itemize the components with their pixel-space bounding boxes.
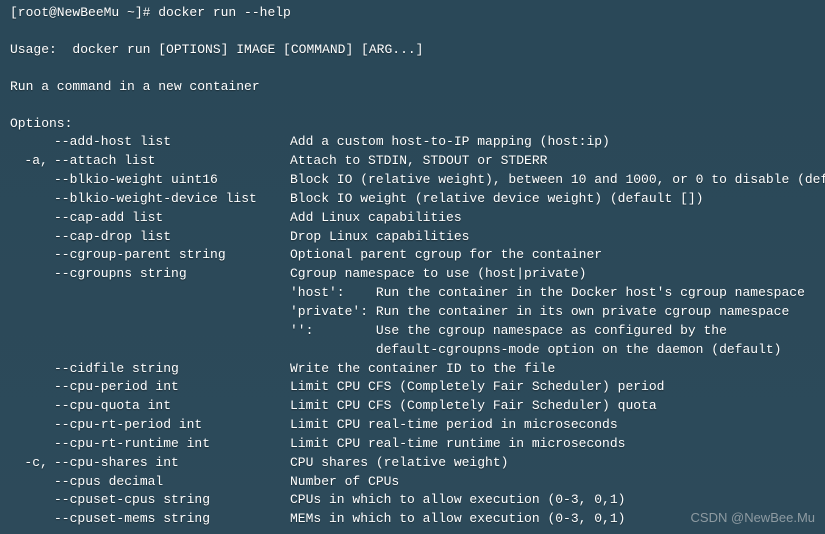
option-description: Limit CPU real-time period in microsecon…: [290, 416, 618, 435]
options-header: Options:: [10, 115, 815, 134]
option-description: '': Use the cgroup namespace as configur…: [290, 322, 727, 341]
option-long-flag: --cpu-shares int: [54, 454, 290, 473]
option-description: Attach to STDIN, STDOUT or STDERR: [290, 152, 547, 171]
option-row: -a, --attach listAttach to STDIN, STDOUT…: [10, 152, 815, 171]
option-description: Limit CPU CFS (Completely Fair Scheduler…: [290, 397, 657, 416]
option-description: Write the container ID to the file: [290, 360, 555, 379]
option-row: --cpuset-cpus stringCPUs in which to all…: [10, 491, 815, 510]
option-delimiter: ,: [40, 454, 54, 473]
option-description: Optional parent cgroup for the container: [290, 246, 602, 265]
option-row: -c, --cpu-shares intCPU shares (relative…: [10, 454, 815, 473]
option-long-flag: --cpus decimal: [54, 473, 290, 492]
spacer: [10, 23, 815, 41]
option-row: --add-host listAdd a custom host-to-IP m…: [10, 133, 815, 152]
option-row: --cpu-quota intLimit CPU CFS (Completely…: [10, 397, 815, 416]
option-description: Limit CPU CFS (Completely Fair Scheduler…: [290, 378, 664, 397]
option-row: --cgroup-parent stringOptional parent cg…: [10, 246, 815, 265]
option-row: --cpu-rt-period intLimit CPU real-time p…: [10, 416, 815, 435]
option-row: --cpus decimalNumber of CPUs: [10, 473, 815, 492]
usage-line: Usage: docker run [OPTIONS] IMAGE [COMMA…: [10, 41, 815, 60]
option-row: --cgroupns stringCgroup namespace to use…: [10, 265, 815, 284]
option-description: Cgroup namespace to use (host|private): [290, 265, 586, 284]
option-short-flag: -a: [10, 152, 40, 171]
options-list: --add-host listAdd a custom host-to-IP m…: [10, 133, 815, 529]
option-long-flag: --cap-add list: [54, 209, 290, 228]
option-long-flag: --cap-drop list: [54, 228, 290, 247]
spacer: [10, 97, 815, 115]
watermark: CSDN @NewBee.Mu: [691, 509, 815, 528]
option-long-flag: --cpu-rt-period int: [54, 416, 290, 435]
option-description: CPU shares (relative weight): [290, 454, 508, 473]
option-row: --cidfile stringWrite the container ID t…: [10, 360, 815, 379]
spacer: [10, 60, 815, 78]
option-delimiter: ,: [40, 152, 54, 171]
option-row: --blkio-weight-device listBlock IO weigh…: [10, 190, 815, 209]
option-row: --cap-add listAdd Linux capabilities: [10, 209, 815, 228]
description-line: Run a command in a new container: [10, 78, 815, 97]
option-description: CPUs in which to allow execution (0-3, 0…: [290, 491, 625, 510]
option-long-flag: --cidfile string: [54, 360, 290, 379]
option-long-flag: --cpu-rt-runtime int: [54, 435, 290, 454]
option-row: --cpu-rt-runtime intLimit CPU real-time …: [10, 435, 815, 454]
option-description: Number of CPUs: [290, 473, 399, 492]
option-description: 'private': Run the container in its own …: [290, 303, 789, 322]
option-row: 'private': Run the container in its own …: [10, 303, 815, 322]
option-row: --cap-drop listDrop Linux capabilities: [10, 228, 815, 247]
option-long-flag: --attach list: [54, 152, 290, 171]
option-description: Block IO weight (relative device weight)…: [290, 190, 703, 209]
option-description: Block IO (relative weight), between 10 a…: [290, 171, 825, 190]
option-row: default-cgroupns-mode option on the daem…: [10, 341, 815, 360]
option-row: 'host': Run the container in the Docker …: [10, 284, 815, 303]
option-description: 'host': Run the container in the Docker …: [290, 284, 805, 303]
option-description: Drop Linux capabilities: [290, 228, 469, 247]
prompt-line: [root@NewBeeMu ~]# docker run --help: [10, 4, 815, 23]
option-row: --blkio-weight uint16Block IO (relative …: [10, 171, 815, 190]
option-long-flag: --cgroup-parent string: [54, 246, 290, 265]
option-description: default-cgroupns-mode option on the daem…: [290, 341, 781, 360]
option-description: Limit CPU real-time runtime in microseco…: [290, 435, 625, 454]
option-long-flag: --blkio-weight-device list: [54, 190, 290, 209]
option-long-flag: --blkio-weight uint16: [54, 171, 290, 190]
option-long-flag: --cpuset-mems string: [54, 510, 290, 529]
option-description: MEMs in which to allow execution (0-3, 0…: [290, 510, 625, 529]
option-row: '': Use the cgroup namespace as configur…: [10, 322, 815, 341]
option-long-flag: --cgroupns string: [54, 265, 290, 284]
option-short-flag: -c: [10, 454, 40, 473]
option-long-flag: --cpu-period int: [54, 378, 290, 397]
option-long-flag: --cpuset-cpus string: [54, 491, 290, 510]
option-description: Add Linux capabilities: [290, 209, 462, 228]
option-row: --cpu-period intLimit CPU CFS (Completel…: [10, 378, 815, 397]
option-long-flag: --cpu-quota int: [54, 397, 290, 416]
option-long-flag: --add-host list: [54, 133, 290, 152]
option-description: Add a custom host-to-IP mapping (host:ip…: [290, 133, 610, 152]
